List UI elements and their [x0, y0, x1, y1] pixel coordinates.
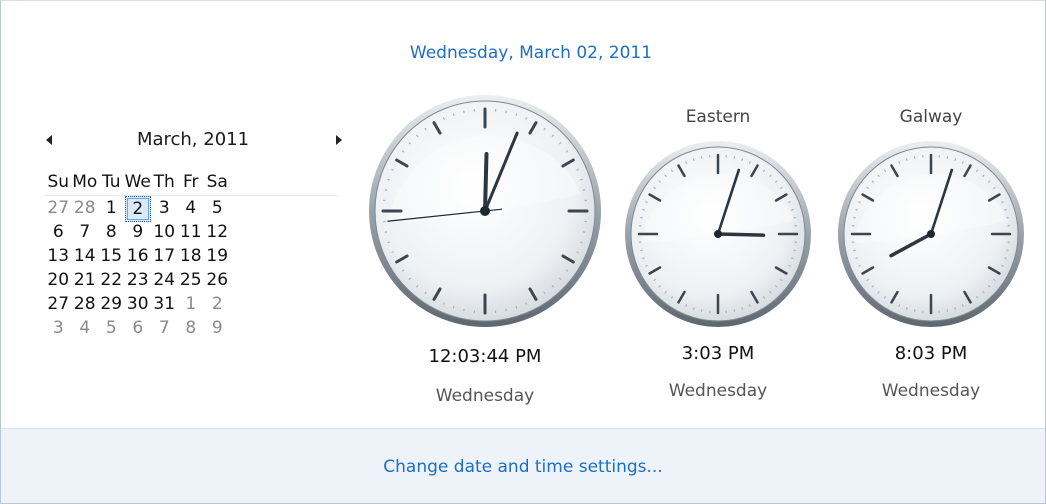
calendar-day[interactable]: 9 [204, 316, 231, 340]
calendar-day-today[interactable]: 2 [124, 196, 151, 222]
clock-day-text: Wednesday [435, 386, 535, 406]
calendar-day[interactable]: 20 [45, 268, 72, 292]
clock-time-text: 3:03 PM [681, 343, 755, 364]
clock-timezone-label: Eastern [685, 107, 751, 127]
calendar-day[interactable]: 2 [204, 292, 231, 316]
clock-face-icon [625, 141, 811, 327]
calendar-day[interactable]: 10 [151, 220, 178, 244]
date-time-flyout: Wednesday, March 02, 2011 March, 2011 Su… [0, 0, 1046, 504]
next-month-arrow-icon[interactable] [331, 132, 345, 148]
calendar-week-row: 3456789 [45, 316, 231, 340]
calendar-day[interactable]: 4 [72, 316, 99, 340]
calendar-day[interactable]: 29 [98, 292, 125, 316]
calendar-day[interactable]: 5 [204, 196, 231, 222]
calendar-week-row: 27 28 1 2 3 4 5 [45, 196, 231, 222]
clock-face-icon [369, 95, 601, 327]
calendar-day[interactable]: 22 [98, 268, 125, 292]
calendar-day[interactable]: 18 [178, 244, 205, 268]
weekday-label: Mo [72, 172, 98, 192]
weekday-label: Sa [206, 172, 228, 192]
calendar-day[interactable]: 14 [72, 244, 99, 268]
calendar-day[interactable]: 1 [178, 292, 205, 316]
clock-time-text: 12:03:44 PM [428, 346, 542, 367]
calendar-day[interactable]: 7 [151, 316, 178, 340]
clock-time-text: 8:03 PM [894, 343, 968, 364]
clock-day-text: Wednesday [668, 381, 768, 401]
weekday-label: Tu [101, 172, 121, 192]
weekday-label: Th [153, 172, 175, 192]
calendar-day[interactable]: 6 [125, 316, 152, 340]
clock-timezone-label: Galway [899, 107, 963, 127]
calendar-week-row: 13 14 15 16 17 18 19 [45, 244, 231, 268]
calendar-day[interactable]: 11 [178, 220, 205, 244]
analog-clock [836, 139, 1026, 333]
calendar-day[interactable]: 25 [178, 268, 205, 292]
calendar-day[interactable]: 26 [204, 268, 231, 292]
full-date-link[interactable]: Wednesday, March 02, 2011 [1, 43, 1046, 63]
calendar-month-title[interactable]: March, 2011 [93, 129, 293, 150]
clock-face-icon [838, 141, 1024, 327]
calendar-day[interactable]: 6 [45, 220, 72, 244]
calendar-day[interactable]: 28 [72, 292, 99, 316]
weekday-label: We [124, 172, 151, 192]
calendar-day[interactable]: 7 [72, 220, 99, 244]
calendar-day[interactable]: 5 [98, 316, 125, 340]
calendar-day[interactable]: 3 [45, 316, 72, 340]
calendar-day[interactable]: 9 [125, 220, 152, 244]
analog-clock [367, 93, 603, 333]
calendar-day[interactable]: 16 [125, 244, 152, 268]
weekday-label: Fr [182, 172, 199, 192]
clock-day-text: Wednesday [881, 381, 981, 401]
calendar-day[interactable]: 12 [204, 220, 231, 244]
weekday-label: Su [47, 172, 70, 192]
calendar-day[interactable]: 4 [178, 196, 205, 222]
calendar-day[interactable]: 13 [45, 244, 72, 268]
change-date-time-settings-link[interactable]: Change date and time settings... [1, 457, 1045, 477]
calendar-day[interactable]: 19 [204, 244, 231, 268]
calendar-day[interactable]: 17 [151, 244, 178, 268]
calendar-day[interactable]: 21 [72, 268, 99, 292]
calendar-day[interactable]: 15 [98, 244, 125, 268]
calendar-day[interactable]: 23 [125, 268, 152, 292]
flyout-footer: Change date and time settings... [1, 428, 1045, 503]
calendar-week-row: 27 28 29 30 31 1 2 [45, 292, 231, 316]
previous-month-arrow-icon[interactable] [43, 132, 57, 148]
calendar-day[interactable]: 30 [125, 292, 152, 316]
calendar-day[interactable]: 31 [151, 292, 178, 316]
calendar-week-row: 20 21 22 23 24 25 26 [45, 268, 231, 292]
calendar-day[interactable]: 27 [45, 196, 72, 222]
calendar-day[interactable]: 27 [45, 292, 72, 316]
analog-clock [623, 139, 813, 333]
calendar-day[interactable]: 8 [98, 220, 125, 244]
calendar-day[interactable]: 3 [151, 196, 178, 222]
calendar-day[interactable]: 8 [178, 316, 205, 340]
calendar-day[interactable]: 24 [151, 268, 178, 292]
calendar-weekday-header: Su Mo Tu We Th Fr Sa [45, 170, 231, 194]
calendar-day[interactable]: 28 [72, 196, 99, 222]
calendar-week-row: 6 7 8 9 10 11 12 [45, 220, 231, 244]
calendar-day[interactable]: 1 [98, 196, 125, 222]
